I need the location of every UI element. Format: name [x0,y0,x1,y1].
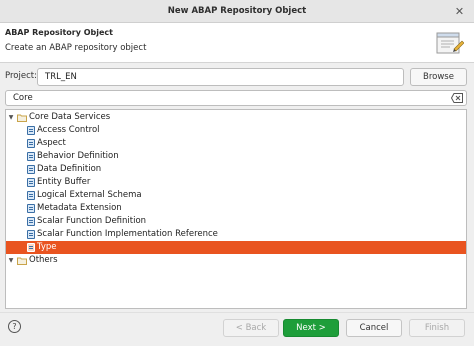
tree-node-label: Others [29,255,58,265]
finish-button[interactable]: Finish [409,319,465,337]
tree-item-label: Type [37,242,57,252]
data-definition-icon [27,165,35,174]
aspect-icon [27,139,35,148]
filter-value: Core [13,93,33,103]
wizard-header: ABAP Repository Object Create an ABAP re… [0,23,474,63]
tree-item-label: Scalar Function Definition [37,216,147,226]
tree-item-behavior-definition[interactable]: Behavior Definition [6,150,466,163]
entity-buffer-icon [27,178,35,187]
object-type-tree[interactable]: ▼ Core Data Services Access Control Aspe… [5,109,467,309]
tree-item-label: Entity Buffer [37,177,91,187]
tree-item-aspect[interactable]: Aspect [6,137,466,150]
tree-item-entity-buffer[interactable]: Entity Buffer [6,176,466,189]
wizard-title: ABAP Repository Object [5,28,113,37]
collapse-chevron-icon[interactable]: ▼ [7,254,15,267]
scalar-function-definition-icon [27,217,35,226]
tree-node-core-data-services[interactable]: ▼ Core Data Services [6,111,466,124]
folder-icon [17,257,27,265]
tree-item-label: Behavior Definition [37,151,119,161]
footer-divider [0,312,474,313]
logical-external-schema-icon [27,191,35,200]
tree-item-scalar-function-definition[interactable]: Scalar Function Definition [6,215,466,228]
help-icon[interactable]: ? [8,320,21,333]
tree-item-access-control[interactable]: Access Control [6,124,466,137]
project-field[interactable]: TRL_EN [37,68,404,86]
tree-item-logical-external-schema[interactable]: Logical External Schema [6,189,466,202]
browse-button[interactable]: Browse [410,68,467,86]
clear-filter-icon[interactable] [451,93,463,103]
behavior-definition-icon [27,152,35,161]
expand-chevron-icon[interactable]: ▼ [7,111,15,124]
project-label: Project: [5,71,37,81]
window-titlebar: New ABAP Repository Object ✕ [0,0,474,23]
window-title: New ABAP Repository Object [167,6,307,16]
filter-input[interactable]: Core [5,90,467,106]
folder-icon [17,114,27,122]
close-icon[interactable]: ✕ [453,5,466,18]
tree-item-label: Logical External Schema [37,190,142,200]
tree-item-label: Metadata Extension [37,203,122,213]
tree-item-label: Aspect [37,138,66,148]
back-button[interactable]: < Back [223,319,279,337]
scalar-function-implementation-reference-icon [27,230,35,239]
wizard-description: Create an ABAP repository object [5,43,147,53]
tree-item-label: Access Control [37,125,100,135]
cancel-button[interactable]: Cancel [346,319,402,337]
tree-item-label: Scalar Function Implementation Reference [37,229,218,239]
tree-node-label: Core Data Services [29,112,111,122]
wizard-banner-icon [436,32,464,54]
tree-item-type[interactable]: Type [6,241,466,254]
tree-item-metadata-extension[interactable]: Metadata Extension [6,202,466,215]
tree-item-data-definition[interactable]: Data Definition [6,163,466,176]
tree-item-scalar-function-implementation-reference[interactable]: Scalar Function Implementation Reference [6,228,466,241]
metadata-extension-icon [27,204,35,213]
type-icon [27,243,35,252]
next-button[interactable]: Next > [283,319,339,337]
tree-node-others[interactable]: ▼ Others [6,254,466,267]
tree-item-label: Data Definition [37,164,102,174]
access-control-icon [27,126,35,135]
